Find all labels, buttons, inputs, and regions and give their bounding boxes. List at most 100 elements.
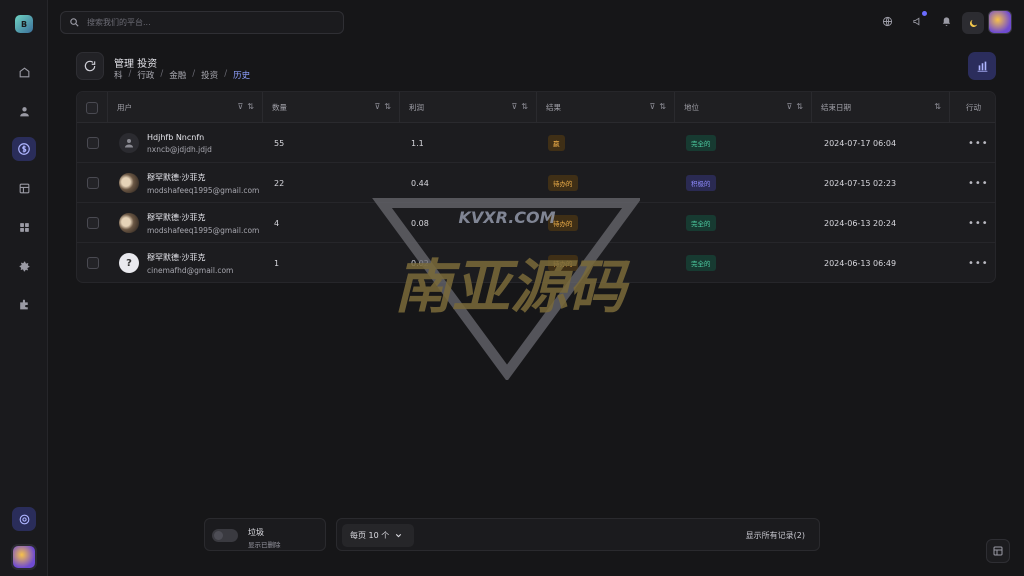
filter-icon[interactable]: ⊽ — [511, 102, 517, 111]
app-logo[interactable]: B — [15, 15, 33, 33]
result-cell: 赢 — [548, 123, 565, 163]
row-actions-button[interactable]: ••• — [968, 123, 989, 163]
user-email: modshafeeq1995@gmail.com — [147, 225, 260, 235]
sidebar: B — [0, 0, 48, 576]
row-checkbox[interactable] — [87, 217, 99, 229]
table-icon — [18, 182, 31, 195]
search-input[interactable] — [87, 18, 317, 27]
layout-button[interactable] — [986, 539, 1010, 563]
breadcrumb-item[interactable]: 行政 — [137, 69, 154, 81]
row-checkbox[interactable] — [87, 257, 99, 269]
filter-icon[interactable]: ⊽ — [374, 102, 380, 111]
sort-icon[interactable]: ⇅ — [934, 102, 941, 111]
column-profit: 利润 ⊽ ⇅ — [400, 92, 537, 123]
user-cell: ? 穆罕默德·沙菲克 cinemafhd@gmail.com — [119, 243, 234, 282]
statistics-button[interactable] — [968, 52, 996, 80]
sidebar-item-home[interactable] — [12, 60, 36, 84]
breadcrumb-item[interactable]: 科 — [114, 69, 123, 81]
status-cell: 完全的 — [686, 243, 716, 282]
column-quantity: 数量 ⊽ ⇅ — [263, 92, 400, 123]
column-label: 行动 — [966, 103, 981, 112]
user-avatar[interactable] — [988, 10, 1012, 34]
quantity-cell: 22 — [274, 178, 285, 188]
user-name: Hdjhfb Nncnfn — [147, 132, 205, 142]
user-email: cinemafhd@gmail.com — [147, 265, 234, 275]
per-page-value: 每页 10 个 — [350, 531, 390, 540]
filter-icon[interactable]: ⊽ — [237, 102, 243, 111]
row-actions-button[interactable]: ••• — [968, 163, 989, 203]
row-select-cell — [87, 163, 99, 203]
default-avatar — [119, 133, 139, 153]
user-cell: 穆罕默德·沙菲克 modshafeeq1995@gmail.com — [119, 163, 259, 203]
per-page-select[interactable]: 每页 10 个 — [342, 524, 414, 547]
row-checkbox[interactable] — [87, 137, 99, 149]
language-button[interactable] — [880, 14, 894, 28]
table-row[interactable]: ? 穆罕默德·沙菲克 cinemafhd@gmail.com 1 0.02 待办… — [77, 243, 995, 282]
select-all-checkbox[interactable] — [86, 101, 98, 114]
sort-icon[interactable]: ⇅ — [384, 102, 391, 111]
breadcrumb: 科 / 行政 / 金融 / 投资 / 历史 — [114, 69, 251, 81]
result-badge: 待办的 — [548, 215, 578, 231]
row-actions-button[interactable]: ••• — [968, 203, 989, 243]
sort-icon[interactable]: ⇅ — [521, 102, 528, 111]
table-row[interactable]: 穆罕默德·沙菲克 modshafeeq1995@gmail.com 4 0.08… — [77, 203, 995, 243]
column-label: 地位 — [684, 103, 699, 112]
result-cell: 待办的 — [548, 203, 578, 243]
row-actions-button[interactable]: ••• — [968, 243, 989, 282]
pagination-bar: 每页 10 个 显示所有记录(2) — [336, 518, 820, 551]
result-badge: 赢 — [548, 135, 565, 151]
sidebar-item-apps[interactable] — [12, 215, 36, 239]
filter-icon[interactable]: ⊽ — [786, 102, 792, 111]
column-result: 结果 ⊽ ⇅ — [537, 92, 675, 123]
profit-cell: 1.1 — [411, 138, 424, 148]
status-badge: 完全的 — [686, 135, 716, 151]
profit-cell: 0.44 — [411, 178, 429, 188]
sort-icon[interactable]: ⇅ — [659, 102, 666, 111]
theme-toggle-button[interactable] — [962, 12, 984, 34]
column-label: 用户 — [117, 103, 132, 112]
column-user: 用户 ⊽ ⇅ — [108, 92, 263, 123]
table-row[interactable]: 穆罕默德·沙菲克 modshafeeq1995@gmail.com 22 0.4… — [77, 163, 995, 203]
notifications-button[interactable] — [939, 14, 953, 28]
filter-icon[interactable]: ⊽ — [649, 102, 655, 111]
column-label: 结束日期 — [821, 103, 851, 112]
sidebar-item-support[interactable] — [12, 507, 36, 531]
sidebar-user-avatar[interactable] — [11, 544, 37, 570]
announcements-button[interactable] — [910, 14, 924, 28]
profit-cell: 0.08 — [411, 218, 429, 228]
row-checkbox[interactable] — [87, 177, 99, 189]
status-badge: 完全的 — [686, 215, 716, 231]
result-cell: 待办的 — [548, 243, 578, 282]
table-row[interactable]: Hdjhfb Nncnfn nxncb@jdjdh.jdjd 55 1.1 赢 … — [77, 123, 995, 163]
column-status: 地位 ⊽ ⇅ — [675, 92, 812, 123]
end-date-cell: 2024-07-15 02:23 — [824, 178, 897, 188]
column-label: 数量 — [272, 103, 287, 112]
sidebar-item-plugins[interactable] — [12, 292, 36, 316]
globe-icon — [882, 16, 893, 27]
search-icon — [69, 17, 80, 28]
breadcrumb-item[interactable]: 金融 — [169, 69, 186, 81]
show-deleted-toggle[interactable] — [212, 529, 238, 542]
user-cell: Hdjhfb Nncnfn nxncb@jdjdh.jdjd — [119, 123, 212, 163]
bar-chart-icon — [976, 60, 989, 73]
table-header: 用户 ⊽ ⇅ 数量 ⊽ ⇅ 利润 ⊽ ⇅ 结果 ⊽ ⇅ 地位 ⊽ ⇅ 结束日期 ⇅ 行动 — [77, 92, 995, 123]
trash-sublabel: 显示已删除 — [248, 541, 281, 549]
status-badge: 完全的 — [686, 255, 716, 271]
lifebuoy-icon — [18, 513, 31, 526]
status-cell: 完全的 — [686, 203, 716, 243]
home-icon — [18, 66, 31, 79]
sidebar-item-users[interactable] — [12, 99, 36, 123]
user-name: 穆罕默德·沙菲克 — [147, 212, 206, 222]
sort-icon[interactable]: ⇅ — [247, 102, 254, 111]
sidebar-item-finance[interactable] — [12, 137, 36, 161]
sidebar-item-settings[interactable] — [12, 254, 36, 278]
column-actions: 行动 — [950, 92, 995, 123]
sort-icon[interactable]: ⇅ — [796, 102, 803, 111]
search-box[interactable] — [60, 11, 344, 34]
result-badge: 待办的 — [548, 175, 578, 191]
result-badge: 待办的 — [548, 255, 578, 271]
header-select-cell — [77, 92, 108, 123]
trash-toggle-panel: 垃圾 显示已删除 — [204, 518, 326, 551]
breadcrumb-item[interactable]: 投资 — [201, 69, 218, 81]
sidebar-item-reports[interactable] — [12, 176, 36, 200]
